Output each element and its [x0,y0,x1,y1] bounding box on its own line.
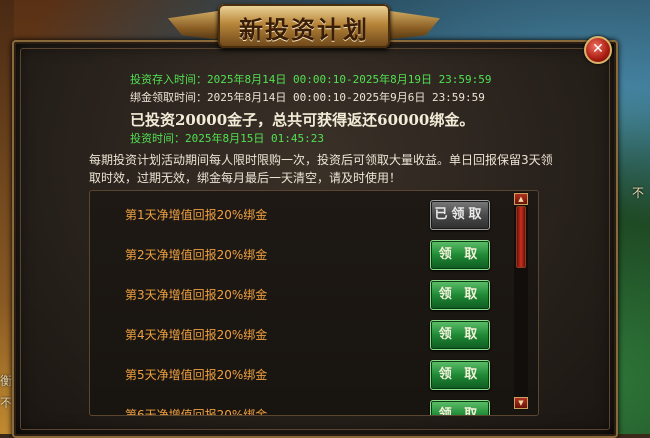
reward-label: 第2天净增值回报20%绑金 [125,248,268,262]
title-banner: 新投资计划 [168,0,440,54]
reward-label: 第4天净增值回报20%绑金 [125,328,268,342]
reward-row: 第4天净增值回报20%绑金 领 取 [90,313,510,353]
investment-summary: 已投资20000金子，总共可获得返还60000绑金。 [130,111,475,129]
claim-button[interactable]: 领 取 [430,320,490,350]
reward-row: 第3天净增值回报20%绑金 领 取 [90,273,510,313]
claim-button[interactable]: 领 取 [430,400,490,415]
reward-row: 第2天净增值回报20%绑金 领 取 [90,233,510,273]
plan-description: 每期投资计划活动期间每人限时限购一次，投资后可领取大量收益。单日回报保留3天领取… [89,153,553,185]
deposit-time: 投资存入时间：2025年8月14日 00:00:10-2025年8月19日 23… [130,73,492,86]
reward-row: 第1天净增值回报20%绑金 已领取 [90,193,510,233]
claim-button[interactable]: 领 取 [430,280,490,310]
background-text-right: 不 [632,186,645,200]
reward-label: 第5天净增值回报20%绑金 [125,368,268,382]
claimed-button[interactable]: 已领取 [430,200,490,230]
arrow-down-icon: ▼ [518,399,524,407]
reward-label: 第3天净增值回报20%绑金 [125,288,268,302]
claim-time: 绑金领取时间：2025年8月14日 00:00:10-2025年9月6日 23:… [130,91,485,104]
reward-row: 第5天净增值回报20%绑金 领 取 [90,353,510,393]
background-text-left-2: 不 [0,396,13,410]
close-icon: ✕ [592,41,604,57]
reward-label: 第1天净增值回报20%绑金 [125,208,268,222]
scroll-up-button[interactable]: ▲ [514,193,528,205]
investment-time: 投资时间：2025年8月15日 01:45:23 [130,132,324,145]
dialog-title: 新投资计划 [239,15,369,44]
close-button[interactable]: ✕ [584,36,612,64]
reward-label: 第6天净增值回报20%绑金 [125,408,268,416]
reward-list: 第1天净增值回报20%绑金 已领取 第2天净增值回报20%绑金 领 取 第3天净… [89,190,539,416]
arrow-up-icon: ▲ [518,195,524,203]
claim-button[interactable]: 领 取 [430,240,490,270]
background-text-left-1: 衡 [0,374,13,388]
scrollbar-thumb[interactable] [516,206,526,268]
claim-button[interactable]: 领 取 [430,360,490,390]
reward-row: 第6天净增值回报20%绑金 领 取 [90,393,510,416]
scroll-down-button[interactable]: ▼ [514,397,528,409]
